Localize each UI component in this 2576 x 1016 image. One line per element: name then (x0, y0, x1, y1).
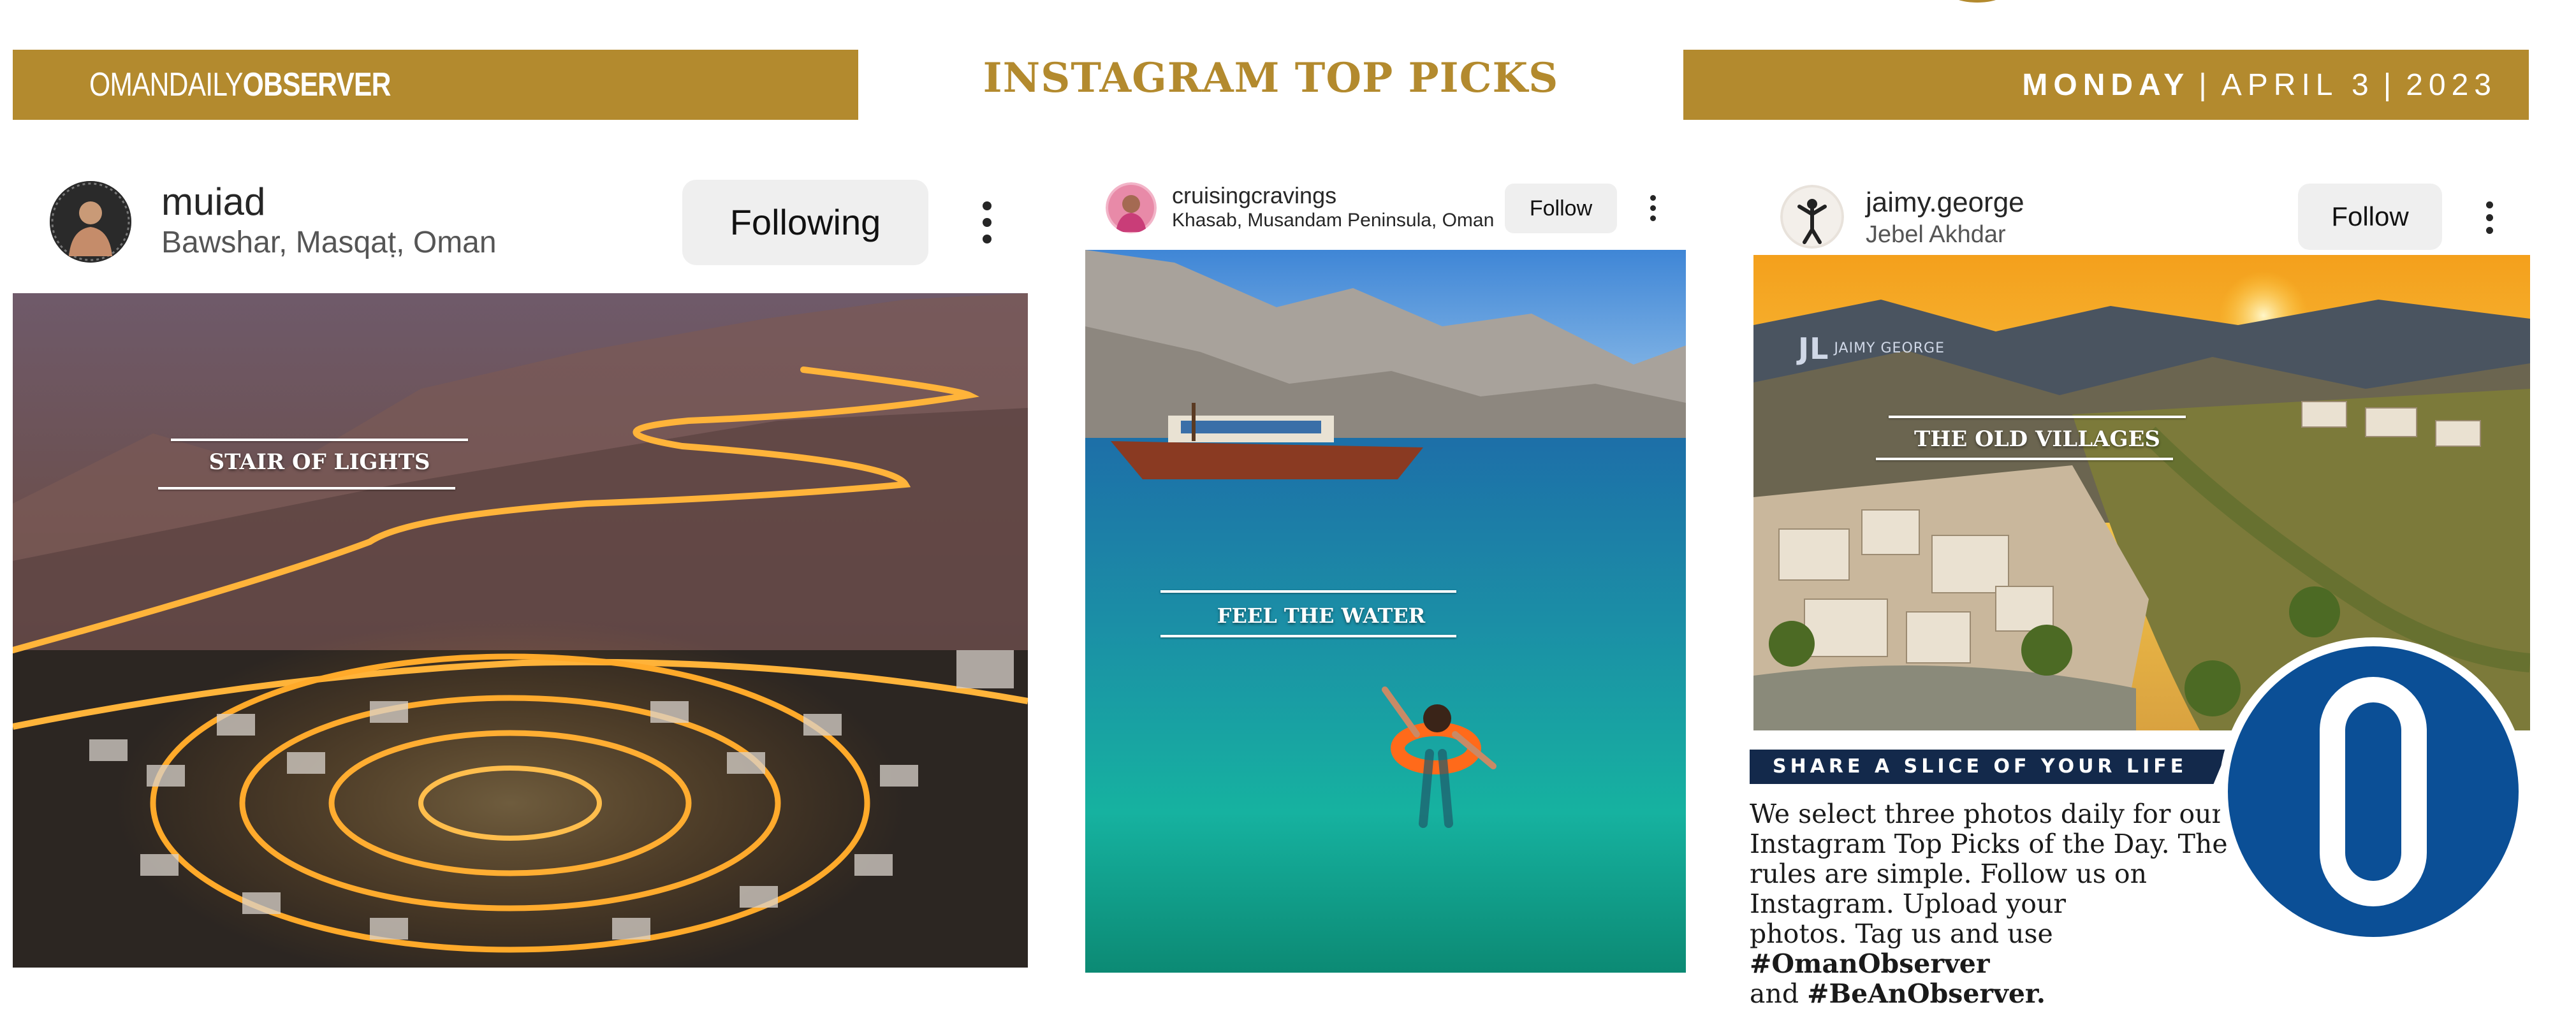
promo-line: rules are simple. Follow us on (1750, 859, 2148, 889)
promo-line: Instagram. Upload your (1750, 889, 2066, 919)
hashtag-oman-observer: #OmanObserver (1750, 948, 1990, 979)
promo-line: Instagram Top Picks of the Day. The (1750, 829, 2228, 859)
post-location[interactable]: Jebel Akhdar (1866, 221, 2006, 249)
follow-button[interactable]: Follow (1505, 184, 1617, 233)
hashtag-be-an-observer: #BeAnObserver. (1807, 978, 2046, 1009)
post-photo-stair-of-lights[interactable] (13, 293, 1028, 968)
photo-caption: THE OLD VILLAGES (1914, 426, 2160, 452)
post-username[interactable]: cruisingcravings (1172, 182, 1336, 209)
promo-heading: SHARE A SLICE OF YOUR LIFE (1773, 755, 2188, 778)
dateline: MONDAY | APRIL 3 | 2023 (2022, 68, 2497, 102)
post-location[interactable]: Khasab, Musandam Peninsula, Oman (1172, 209, 1494, 232)
post-username[interactable]: jaimy.george (1866, 186, 2024, 219)
brand-band: OMANDAILYOBSERVER (13, 50, 858, 120)
decorative-arc (1949, 0, 2006, 3)
photographer-watermark: JL JAIMY GEORGE (1798, 331, 1945, 366)
promo-line: We select three photos daily for our (1750, 799, 2225, 829)
promo-heading-bar: SHARE A SLICE OF YOUR LIFE (1750, 750, 2228, 784)
photo-caption: STAIR OF LIGHTS (209, 449, 430, 475)
avatar-muiad[interactable] (50, 181, 131, 263)
follow-button[interactable]: Follow (2298, 184, 2442, 250)
more-options-icon[interactable] (1645, 195, 1660, 222)
observer-o-logo-icon (2219, 637, 2528, 946)
caption-rule-bottom (1876, 458, 2173, 460)
promo-text: We select three photos daily for our Ins… (1750, 799, 2247, 1009)
more-options-icon[interactable] (979, 201, 995, 246)
brand-logo: OMANDAILYOBSERVER (89, 66, 391, 103)
promo-line: photos. Tag us and use #OmanObserver (1750, 918, 2053, 979)
promo-line: and #BeAnObserver. (1750, 978, 2046, 1009)
post-username[interactable]: muiad (161, 180, 265, 224)
caption-rule-bottom (1160, 635, 1456, 637)
more-options-icon[interactable] (2482, 201, 2497, 235)
page-title: INSTAGRAM TOP PICKS (983, 54, 1559, 102)
avatar-cruisingcravings[interactable] (1106, 182, 1157, 233)
caption-rule-top (1889, 416, 2186, 418)
caption-rule-top (171, 439, 468, 441)
caption-rule-top (1160, 590, 1456, 593)
post-location[interactable]: Bawshar, Masqaṭ, Oman (161, 224, 497, 261)
following-button[interactable]: Following (682, 180, 928, 265)
date-band: MONDAY | APRIL 3 | 2023 (1683, 50, 2529, 120)
photo-caption: FEEL THE WATER (1217, 604, 1426, 628)
avatar-jaimy-george[interactable] (1780, 185, 1844, 249)
caption-rule-bottom (158, 487, 455, 490)
